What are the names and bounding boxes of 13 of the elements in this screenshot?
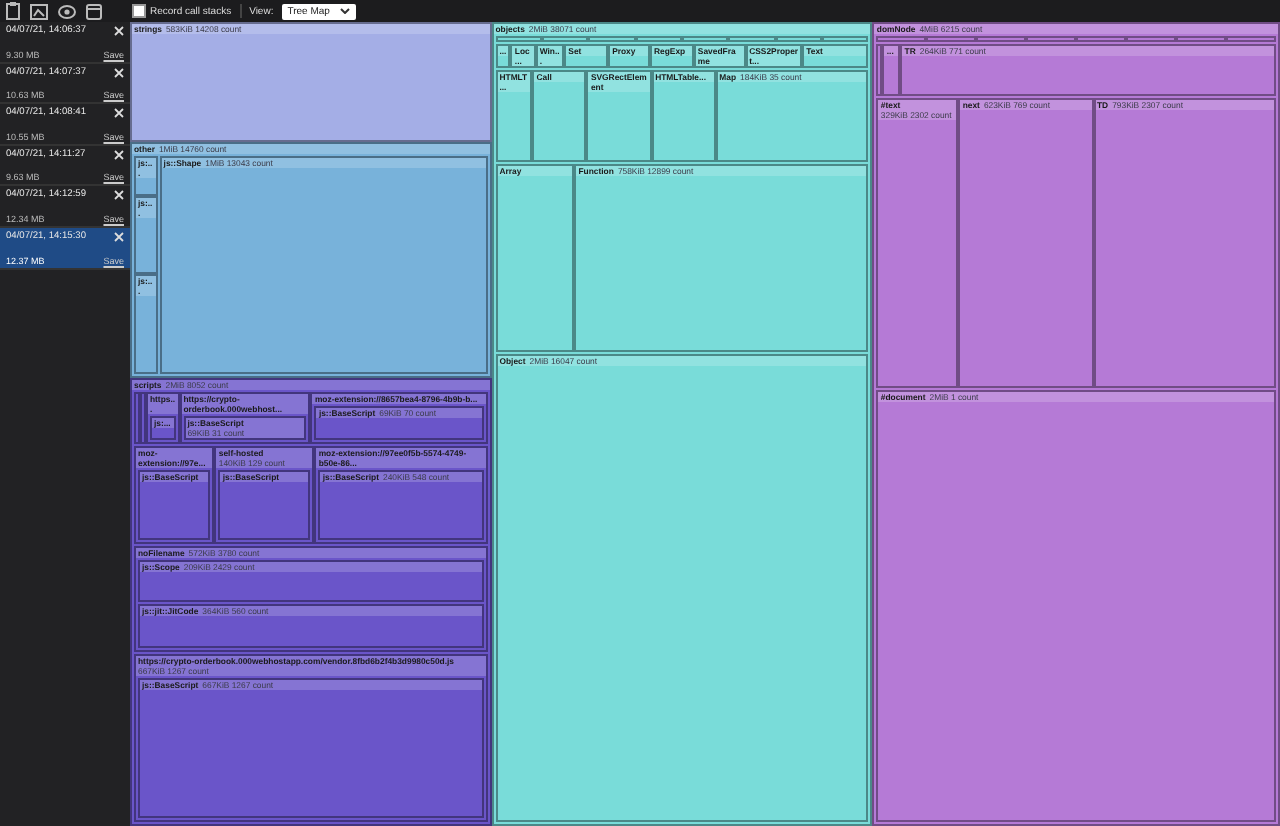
close-icon[interactable] bbox=[114, 67, 124, 78]
close-icon[interactable] bbox=[114, 149, 124, 160]
close-icon[interactable] bbox=[114, 231, 124, 242]
window-icon[interactable] bbox=[86, 3, 102, 19]
chevron-icon bbox=[339, 8, 350, 14]
close-icon[interactable] bbox=[114, 26, 124, 36]
clipboard-icon[interactable] bbox=[6, 2, 20, 20]
treemap-cell[interactable] bbox=[491, 22, 873, 826]
close-icon[interactable] bbox=[114, 108, 124, 119]
close-icon[interactable] bbox=[114, 190, 124, 201]
eye-icon[interactable] bbox=[58, 3, 76, 19]
image-icon[interactable] bbox=[30, 3, 48, 19]
treemap-cell[interactable] bbox=[130, 378, 492, 826]
